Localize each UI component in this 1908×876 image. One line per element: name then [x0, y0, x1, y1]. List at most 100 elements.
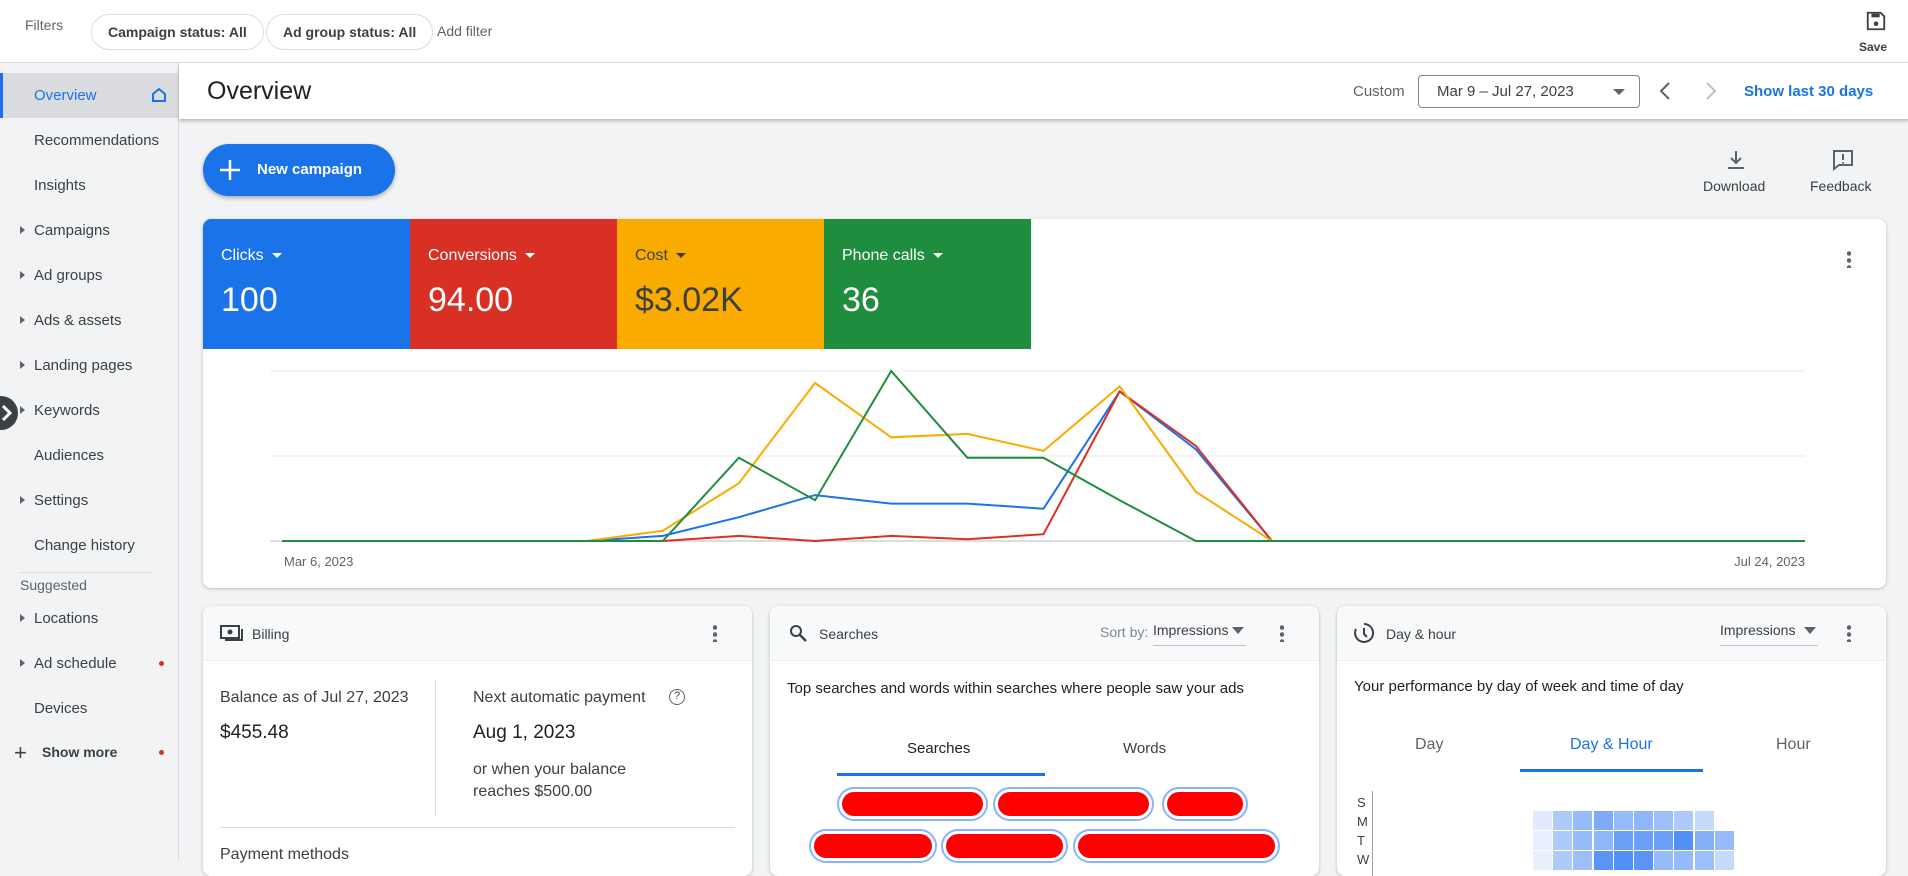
billing-more-options-icon[interactable]	[713, 624, 717, 642]
sidebar-item-ad-schedule[interactable]: Ad schedule	[0, 641, 179, 686]
previous-period-chevron-icon[interactable]	[1656, 80, 1676, 102]
sidebar-item-insights[interactable]: Insights	[0, 163, 179, 208]
balance-value: $455.48	[220, 722, 289, 743]
sidebar-item-change-history[interactable]: Change history	[0, 523, 179, 568]
sidebar-item-keywords[interactable]: Keywords	[0, 388, 179, 433]
heatmap-cell[interactable]	[1654, 831, 1674, 850]
feedback-label: Feedback	[1810, 178, 1872, 194]
metric-tile-cost[interactable]: Cost $3.02K	[617, 219, 824, 349]
heatmap-cell[interactable]	[1694, 851, 1714, 870]
redacted-search-chip[interactable]	[809, 829, 937, 863]
heatmap-cell[interactable]	[1593, 811, 1613, 830]
redacted-search-chip[interactable]	[1073, 829, 1280, 863]
heatmap-cell[interactable]	[1714, 851, 1734, 870]
new-campaign-label: New campaign	[257, 161, 363, 178]
heatmap-cell[interactable]	[1674, 831, 1694, 850]
redacted-search-chip[interactable]	[837, 787, 988, 821]
divider	[20, 572, 152, 573]
heatmap-cell[interactable]	[1573, 811, 1593, 830]
metric-dropdown[interactable]: Impressions	[1720, 622, 1818, 646]
sidebar-item-audiences[interactable]: Audiences	[0, 433, 179, 478]
tab-searches[interactable]: Searches	[907, 740, 970, 757]
heatmap-cell[interactable]	[1634, 811, 1653, 830]
sidebar: Overview Recommendations Insights Campaigns…	[0, 63, 179, 862]
heatmap-cell[interactable]	[1694, 831, 1714, 850]
date-range-dropdown[interactable]: Mar 9 – Jul 27, 2023	[1418, 75, 1640, 108]
heatmap-cell[interactable]	[1593, 851, 1613, 870]
sidebar-item-settings[interactable]: Settings	[0, 478, 179, 523]
sidebar-item-locations[interactable]: Locations	[0, 596, 179, 641]
save-button[interactable]: Save	[1855, 8, 1895, 58]
download-label: Download	[1703, 178, 1766, 194]
heatmap-cell[interactable]	[1533, 851, 1552, 870]
feedback-button[interactable]: Feedback	[1808, 147, 1878, 197]
more-options-icon[interactable]	[1847, 250, 1851, 268]
heatmap-cell[interactable]	[1593, 831, 1613, 850]
divider	[220, 827, 735, 828]
save-icon	[1866, 11, 1886, 31]
heatmap-cell[interactable]	[1634, 851, 1653, 870]
heatmap-cell[interactable]	[1553, 811, 1573, 830]
series-line-conversions	[282, 389, 1805, 543]
heatmap-cell[interactable]	[1533, 831, 1552, 850]
heatmap-cell[interactable]	[1553, 851, 1573, 870]
heatmap-cell[interactable]	[1654, 851, 1674, 870]
save-label: Save	[1859, 40, 1888, 54]
billing-icon	[220, 625, 243, 641]
sort-by-value: Impressions	[1153, 622, 1229, 638]
next-period-chevron-icon[interactable]	[1700, 80, 1720, 102]
tab-day-and-hour[interactable]: Day & Hour	[1570, 736, 1653, 754]
show-more-button[interactable]: + Show more	[0, 730, 179, 775]
new-campaign-button[interactable]: New campaign	[203, 144, 395, 196]
redacted-search-chip[interactable]	[941, 829, 1068, 863]
sidebar-item-ads-assets[interactable]: Ads & assets	[0, 298, 179, 343]
heatmap-cell[interactable]	[1674, 811, 1694, 830]
heatmap-cell[interactable]	[1613, 831, 1633, 850]
heatmap-cell[interactable]	[1613, 811, 1633, 830]
sidebar-item-devices[interactable]: Devices	[0, 686, 179, 731]
sidebar-item-label: Landing pages	[34, 357, 133, 374]
metric-tile-phone-calls[interactable]: Phone calls 36	[824, 219, 1031, 349]
redacted-search-chip[interactable]	[993, 787, 1154, 821]
tab-day[interactable]: Day	[1415, 736, 1443, 754]
sidebar-item-ad-groups[interactable]: Ad groups	[0, 253, 179, 298]
show-last-30-days-link[interactable]: Show last 30 days	[1744, 83, 1873, 100]
metric-label: Conversions	[428, 247, 599, 265]
heatmap-cell[interactable]	[1553, 831, 1573, 850]
metric-label: Cost	[635, 247, 806, 265]
sidebar-item-campaigns[interactable]: Campaigns	[0, 208, 179, 253]
heatmap-cell[interactable]	[1714, 831, 1734, 850]
day-label: T	[1357, 833, 1365, 848]
heatmap-cell[interactable]	[1573, 831, 1593, 850]
x-axis-end-label: Jul 24, 2023	[1734, 554, 1805, 569]
ad-group-status-filter-chip[interactable]: Ad group status: All	[266, 14, 434, 50]
sidebar-item-recommendations[interactable]: Recommendations	[0, 118, 179, 163]
sidebar-item-overview[interactable]: Overview	[0, 73, 179, 118]
metric-tile-clicks[interactable]: Clicks 100	[203, 219, 410, 349]
heatmap-cell[interactable]	[1694, 811, 1714, 830]
download-button[interactable]: Download	[1700, 147, 1770, 197]
campaign-status-filter-chip[interactable]: Campaign status: All	[91, 14, 264, 50]
redacted-search-chip[interactable]	[1162, 787, 1248, 821]
tab-hour[interactable]: Hour	[1776, 736, 1811, 754]
sort-by-dropdown[interactable]: Impressions	[1153, 622, 1247, 646]
help-icon[interactable]: ?	[669, 689, 685, 705]
day-hour-more-options-icon[interactable]	[1847, 624, 1851, 642]
expand-sidebar-chevron-icon[interactable]	[0, 396, 18, 430]
heatmap-cell[interactable]	[1654, 811, 1674, 830]
heatmap-cell[interactable]	[1573, 851, 1593, 870]
add-filter-button[interactable]: Add filter	[437, 23, 492, 39]
sidebar-item-label: Devices	[34, 700, 88, 717]
searches-more-options-icon[interactable]	[1280, 624, 1284, 642]
series-line-cost	[282, 381, 1805, 542]
heatmap-cell[interactable]	[1634, 831, 1653, 850]
search-icon	[790, 625, 807, 642]
tab-words[interactable]: Words	[1123, 740, 1166, 757]
metric-tile-conversions[interactable]: Conversions 94.00	[410, 219, 617, 349]
sidebar-item-landing-pages[interactable]: Landing pages	[0, 343, 179, 388]
heatmap-cell[interactable]	[1533, 811, 1552, 830]
payment-methods-label[interactable]: Payment methods	[220, 846, 349, 864]
heatmap-cell[interactable]	[1674, 851, 1694, 870]
heatmap-cell[interactable]	[1613, 851, 1633, 870]
sidebar-item-label: Keywords	[34, 402, 100, 419]
